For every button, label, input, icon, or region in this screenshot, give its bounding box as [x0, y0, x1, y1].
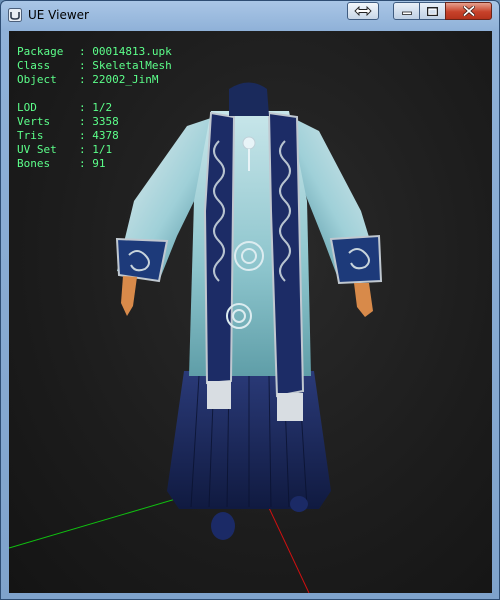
title-bar[interactable]: UE Viewer — [1, 1, 499, 29]
right-shoe — [290, 496, 308, 512]
right-fringe — [277, 393, 303, 421]
bones-value: 91 — [92, 157, 106, 170]
lod-value: 1/2 — [92, 101, 113, 114]
tris-label: Tris — [17, 129, 44, 142]
maximize-icon — [427, 6, 438, 16]
left-cuff — [115, 237, 169, 283]
mesh-info-overlay: Package: 00014813.upk Class: SkeletalMes… — [17, 45, 172, 170]
right-cuff — [329, 234, 383, 285]
window-title: UE Viewer — [28, 8, 89, 22]
left-fringe — [207, 381, 231, 409]
class-label: Class — [17, 59, 51, 72]
maximize-button[interactable] — [419, 2, 446, 20]
bones-label: Bones — [17, 157, 51, 170]
ue-viewer-app-icon — [8, 8, 22, 22]
right-hand — [354, 283, 373, 317]
verts-label: Verts — [17, 115, 51, 128]
collar — [229, 82, 269, 116]
left-shoe — [211, 512, 235, 540]
swap-arrows-icon — [354, 6, 372, 16]
object-value: 22002_JinM — [92, 73, 159, 86]
swap-button[interactable] — [347, 2, 379, 20]
class-value: SkeletalMesh — [92, 59, 172, 72]
package-value: 00014813.upk — [92, 45, 172, 58]
verts-value: 3358 — [92, 115, 119, 128]
minimize-icon — [401, 11, 412, 15]
left-panel — [203, 111, 236, 385]
object-label: Object — [17, 73, 57, 86]
app-window: UE Viewer Package: 00014813.upk Class:… — [0, 0, 500, 600]
tris-value: 4378 — [92, 129, 119, 142]
close-button[interactable] — [445, 2, 492, 20]
3d-viewport[interactable]: Package: 00014813.upk Class: SkeletalMes… — [9, 31, 492, 593]
uvset-label: UV Set — [17, 143, 57, 156]
close-icon — [462, 6, 475, 16]
lod-label: LOD — [17, 101, 37, 114]
uvset-value: 1/1 — [92, 143, 113, 156]
pendant — [242, 136, 256, 150]
minimize-button[interactable] — [393, 2, 420, 20]
package-label: Package — [17, 45, 64, 58]
left-hand — [121, 276, 137, 316]
